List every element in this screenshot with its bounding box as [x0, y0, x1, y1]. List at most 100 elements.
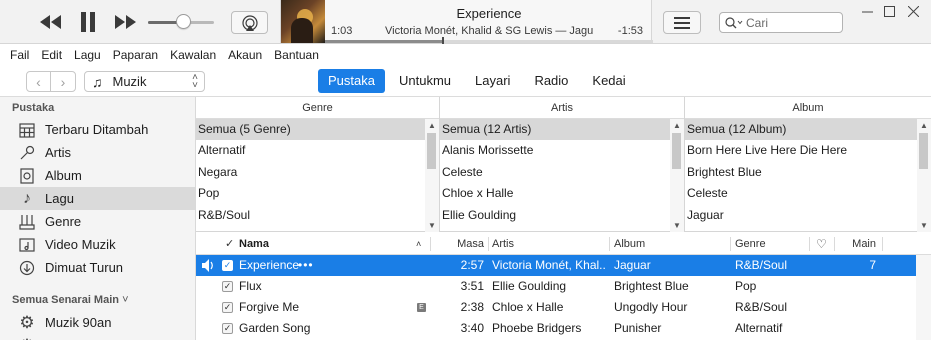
up-next-button[interactable] [663, 11, 701, 34]
gear-icon: ⚙ [18, 336, 36, 340]
sidebar-playlists-header[interactable]: Semua Senarai Main ˅ [12, 294, 129, 306]
column-header-name[interactable]: Nama [239, 233, 269, 255]
menu-edit[interactable]: Edit [41, 48, 62, 62]
column-header-love[interactable]: ♡ [816, 233, 827, 255]
song-name: Flux [239, 279, 262, 293]
list-item[interactable]: Jaguar [685, 205, 931, 226]
sidebar-item-songs[interactable]: ♪ Lagu [0, 187, 195, 210]
music-note-icon: ♪ [23, 189, 31, 207]
song-checkbox[interactable]: ✓ [222, 302, 233, 313]
list-item[interactable]: Alanis Morissette [440, 140, 684, 161]
genre-column-header[interactable]: Genre [196, 97, 439, 119]
song-album: Brightest Blue [614, 279, 689, 293]
chevron-up-icon: ▲ [920, 121, 928, 130]
tab-radio[interactable]: Radio [524, 69, 578, 93]
sidebar-playlist-item-partial[interactable]: ⚙ [0, 334, 195, 340]
history-nav: ‹ › [26, 71, 76, 92]
volume-knob[interactable] [176, 14, 192, 29]
sidebar-playlist-item[interactable]: ⚙ Muzik 90an [0, 311, 195, 334]
rewind-button[interactable] [38, 10, 64, 34]
artist-column-header[interactable]: Artis [440, 97, 684, 119]
song-genre: Pop [735, 279, 757, 293]
list-item[interactable]: Celeste [440, 162, 684, 183]
sidebar-item-label: Dimuat Turun [45, 260, 124, 275]
explicit-badge: E [417, 303, 426, 312]
column-header-album[interactable]: Album [614, 233, 645, 255]
media-kind-selector[interactable]: ♫ Muzik ˄ ˅ [84, 71, 205, 92]
menu-paparan[interactable]: Paparan [113, 48, 158, 62]
sidebar-item-artists[interactable]: Artis [0, 141, 195, 164]
list-item[interactable]: R&B/Soul [196, 205, 439, 226]
minimize-button[interactable] [858, 4, 876, 18]
scrollbar-thumb[interactable] [427, 133, 436, 169]
menu-akaun[interactable]: Akaun [228, 48, 262, 62]
airplay-button[interactable] [231, 11, 268, 34]
rewind-icon [40, 15, 61, 29]
song-checkbox[interactable]: ✓ [222, 281, 233, 292]
close-button[interactable] [904, 4, 922, 18]
song-checkbox[interactable]: ✓ [222, 260, 233, 271]
media-kind-label: Muzik [112, 74, 147, 89]
column-header-plays[interactable]: Main [834, 233, 876, 255]
album-artwork[interactable] [281, 0, 325, 43]
list-item[interactable]: Ellie Goulding [440, 205, 684, 226]
sidebar-item-downloaded[interactable]: Dimuat Turun [0, 256, 195, 279]
maximize-button[interactable] [880, 4, 898, 18]
fast-forward-icon [115, 15, 136, 29]
tab-pustaka[interactable]: Pustaka [318, 69, 385, 93]
column-header-artist[interactable]: Artis [492, 233, 514, 255]
scrollbar[interactable]: ▲ ▼ [917, 119, 931, 232]
album-column-header[interactable]: Album [685, 97, 931, 119]
sort-chevron-up-icon[interactable]: ˄ [416, 233, 421, 255]
list-item[interactable]: Alternatif [196, 140, 439, 161]
playback-progress-bar[interactable] [325, 37, 653, 44]
chevron-up-icon: ▲ [673, 121, 681, 130]
scrollbar-thumb[interactable] [672, 133, 681, 169]
table-row[interactable]: ✓ Experience ••• 2:57 Victoria Monét, Kh… [196, 255, 916, 276]
playback-scrubber[interactable] [442, 37, 445, 44]
search-field[interactable] [719, 12, 843, 33]
list-item[interactable]: Negara [196, 162, 439, 183]
fast-forward-button[interactable] [112, 10, 138, 34]
list-item[interactable]: Born Here Live Here Die Here [685, 140, 931, 161]
list-item[interactable]: Brightest Blue [685, 162, 931, 183]
scrollbar[interactable] [916, 255, 931, 340]
menu-bar: Fail Edit Lagu Paparan Kawalan Akaun Ban… [0, 44, 931, 66]
list-item[interactable]: Semua (5 Genre) [196, 119, 439, 141]
tab-kedai[interactable]: Kedai [582, 69, 635, 93]
menu-kawalan[interactable]: Kawalan [170, 48, 216, 62]
scrollbar[interactable]: ▲ ▼ [670, 119, 684, 232]
song-name: Experience [239, 258, 300, 272]
chevron-up-icon: ▲ [428, 121, 436, 130]
sidebar-item-music-videos[interactable]: Video Muzik [0, 233, 195, 256]
list-item[interactable]: Semua (12 Artis) [440, 119, 684, 141]
list-item[interactable]: Semua (12 Album) [685, 119, 931, 141]
menu-lagu[interactable]: Lagu [74, 48, 101, 62]
more-options-button[interactable]: ••• [298, 255, 314, 276]
list-item[interactable]: Chloe x Halle [440, 183, 684, 204]
song-artist: Ellie Goulding [492, 279, 567, 293]
table-row[interactable]: ✓ Flux 3:51 Ellie Goulding Brightest Blu… [196, 276, 916, 297]
list-item[interactable]: Pop [196, 183, 439, 204]
menu-fail[interactable]: Fail [10, 48, 29, 62]
table-row[interactable]: ✓ Forgive Me E 2:38 Chloe x Halle Ungodl… [196, 297, 916, 318]
back-button[interactable]: ‹ [27, 72, 51, 91]
column-header-genre[interactable]: Genre [735, 233, 766, 255]
forward-button[interactable]: › [51, 72, 75, 91]
table-row[interactable]: ✓ Garden Song 3:40 Phoebe Bridgers Punis… [196, 318, 916, 339]
column-header-time[interactable]: Masa [430, 233, 484, 255]
pause-button[interactable] [76, 10, 100, 34]
search-input[interactable] [746, 15, 836, 30]
sidebar-item-albums[interactable]: Album [0, 164, 195, 187]
menu-bantuan[interactable]: Bantuan [274, 48, 319, 62]
scrollbar[interactable]: ▲ ▼ [425, 119, 439, 232]
genre-icon [18, 213, 36, 231]
column-header-check[interactable]: ✓ [225, 233, 234, 255]
list-item[interactable]: Celeste [685, 183, 931, 204]
tab-layari[interactable]: Layari [465, 69, 520, 93]
sidebar-item-genres[interactable]: Genre [0, 210, 195, 233]
scrollbar-thumb[interactable] [919, 133, 928, 169]
sidebar-item-recently-added[interactable]: Terbaru Ditambah [0, 118, 195, 141]
song-checkbox[interactable]: ✓ [222, 323, 233, 334]
tab-untukmu[interactable]: Untukmu [389, 69, 461, 93]
